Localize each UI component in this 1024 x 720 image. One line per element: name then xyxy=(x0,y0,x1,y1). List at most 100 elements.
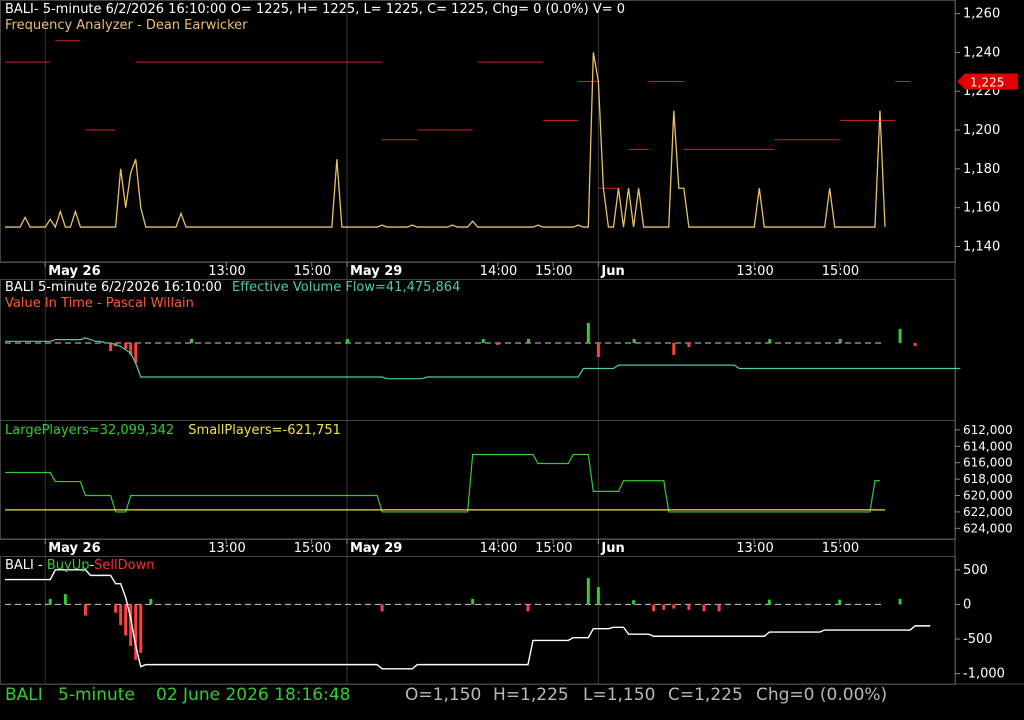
x-tick-label-2-7: 13:00 xyxy=(736,541,773,556)
price-y-tick-label-2: 1,180 xyxy=(963,162,1000,177)
bu-y-tick-label-3: -1,000 xyxy=(963,667,1005,682)
status-high: H=1,225 xyxy=(493,685,569,705)
evf-bar-152 xyxy=(768,339,772,343)
chart-canvas: May 26 13:00 15:00 May 29 14:00 15:00 Jun 13:00… xyxy=(0,0,1024,720)
x-tick-label-2-4: 14:00 xyxy=(480,541,517,556)
players-header: LargePlayers=32,099,342 SmallPlayers=-62… xyxy=(5,423,341,438)
bu-bar-178 xyxy=(898,598,902,605)
x-tick-label-2-2: 15:00 xyxy=(294,541,331,556)
x-tick-label-2-6: Jun xyxy=(600,541,624,556)
evf-bar-118 xyxy=(596,343,600,357)
price-ohlc: O= 1225, H= 1225, L= 1225, C= 1225, Chg=… xyxy=(230,2,626,17)
bu-y-tick-label-2: -500 xyxy=(963,632,993,647)
evf-bar-125 xyxy=(632,339,636,343)
evf-bar-166 xyxy=(838,339,842,343)
bu-bar-9 xyxy=(48,598,52,605)
bu-bar-16 xyxy=(83,604,87,616)
bu-y-tick-label-1: 0 xyxy=(963,597,971,612)
buyup-header: BALI - BuyUp-SellDown xyxy=(5,558,154,573)
evf-bar-37 xyxy=(190,339,194,343)
bu-bar-136 xyxy=(687,604,691,610)
players-y-tick-label-4: 620,000 xyxy=(963,489,1013,503)
evf-header-prefix: BALI 5-minute 6/2/2026 16:10:00 xyxy=(5,280,222,295)
status-close: C=1,225 xyxy=(668,685,743,705)
bu-bar-22 xyxy=(114,604,118,613)
bu-bar-142 xyxy=(717,604,721,612)
bu-bar-139 xyxy=(702,604,706,612)
bu-bar-116 xyxy=(586,578,590,605)
last-price-label: 1,225 xyxy=(970,76,1004,90)
bu-bar-166 xyxy=(838,599,842,605)
bu-bar-104 xyxy=(526,604,530,612)
evf-bar-21 xyxy=(109,343,113,351)
buyup-prefix: BALI - xyxy=(5,558,47,573)
price-y-tick-label-1: 1,160 xyxy=(963,201,1000,216)
evf-bar-24 xyxy=(124,343,128,349)
price-header-prefix: BALI- 5-minute 6/2/2026 16:10:00 xyxy=(5,2,227,17)
buyup-label: BuyUp xyxy=(46,558,90,573)
x-tick-label-2-1: 13:00 xyxy=(208,541,245,556)
large-players-value: LargePlayers=32,099,342 xyxy=(5,423,175,438)
bu-bar-93 xyxy=(471,598,475,605)
evf-bar-133 xyxy=(672,343,676,355)
x-tick-label-2-3: May 29 xyxy=(350,541,402,556)
price-header: BALI- 5-minute 6/2/2026 16:10:00 O= 1225… xyxy=(5,2,625,17)
evf-bar-181 xyxy=(913,343,917,346)
evf-bar-136 xyxy=(687,343,691,347)
status-change: Chg=0 (0.00%) xyxy=(756,685,888,705)
status-open: O=1,150 xyxy=(405,685,482,705)
bu-bar-29 xyxy=(149,598,153,605)
evf-header: BALI 5-minute 6/2/2026 16:10:00 Effectiv… xyxy=(5,280,460,295)
x-tick-label-1-0: May 26 xyxy=(48,264,100,279)
evf-bar-178 xyxy=(898,329,902,343)
small-players-value: SmallPlayers=-621,751 xyxy=(188,423,341,438)
players-y-tick-label-0: 612,000 xyxy=(963,423,1013,437)
status-symbol: BALI xyxy=(5,685,43,705)
x-tick-label-1-8: 15:00 xyxy=(822,264,859,279)
bu-bar-75 xyxy=(380,604,384,612)
evf-bar-68 xyxy=(345,339,349,343)
players-y-tick-label-1: 614,000 xyxy=(963,439,1013,453)
x-tick-label-1-2: 15:00 xyxy=(294,264,331,279)
x-tick-label-1-5: 15:00 xyxy=(535,264,572,279)
x-tick-label-1-1: 13:00 xyxy=(208,264,245,279)
players-y-tick-label-2: 616,000 xyxy=(963,456,1013,470)
evf-bar-104 xyxy=(526,339,530,343)
price-y-tick-label-0: 1,140 xyxy=(963,239,1000,254)
x-tick-label-1-4: 14:00 xyxy=(480,264,517,279)
price-y-tick-label-3: 1,200 xyxy=(963,123,1000,138)
status-datetime: 02 June 2026 18:16:48 xyxy=(156,685,351,705)
frequency-analyzer-title: Frequency Analyzer - Dean Earwicker xyxy=(5,18,248,33)
players-y-tick-label-5: 622,000 xyxy=(963,505,1013,519)
bu-bar-24 xyxy=(124,604,128,636)
x-tick-label-1-7: 13:00 xyxy=(736,264,773,279)
bu-bar-125 xyxy=(632,600,636,605)
bu-bar-12 xyxy=(63,594,67,605)
x-tick-label-2-0: May 26 xyxy=(48,541,100,556)
x-tick-label-1-6: Jun xyxy=(600,264,624,279)
bu-bar-152 xyxy=(767,599,771,605)
bu-bar-23 xyxy=(119,604,123,626)
evf-bar-95 xyxy=(481,339,485,343)
evf-value: Effective Volume Flow=41,475,864 xyxy=(232,280,461,295)
selldown-label: SellDown xyxy=(94,558,155,573)
evf-bar-98 xyxy=(496,343,500,345)
bu-y-tick-label-0: 500 xyxy=(963,563,988,578)
status-interval: 5-minute xyxy=(58,685,135,705)
x-tick-label-2-8: 15:00 xyxy=(822,541,859,556)
status-low: L=1,150 xyxy=(583,685,656,705)
bu-bar-131 xyxy=(662,604,666,610)
price-y-tick-label-6: 1,260 xyxy=(963,7,1000,22)
x-tick-label-1-3: May 29 xyxy=(350,264,402,279)
players-y-tick-label-3: 618,000 xyxy=(963,472,1013,486)
bu-bar-27 xyxy=(139,604,143,653)
price-y-tick-label-5: 1,240 xyxy=(963,45,1000,60)
bu-bar-118 xyxy=(596,587,600,605)
players-y-tick-label-6: 624,000 xyxy=(963,521,1013,535)
value-in-time-title: Value In Time - Pascal Willain xyxy=(5,296,194,311)
bu-bar-129 xyxy=(652,604,656,612)
evf-bar-116 xyxy=(586,323,590,343)
bu-bar-133 xyxy=(672,604,676,609)
x-tick-label-2-5: 15:00 xyxy=(535,541,572,556)
chart-background xyxy=(0,0,1024,720)
